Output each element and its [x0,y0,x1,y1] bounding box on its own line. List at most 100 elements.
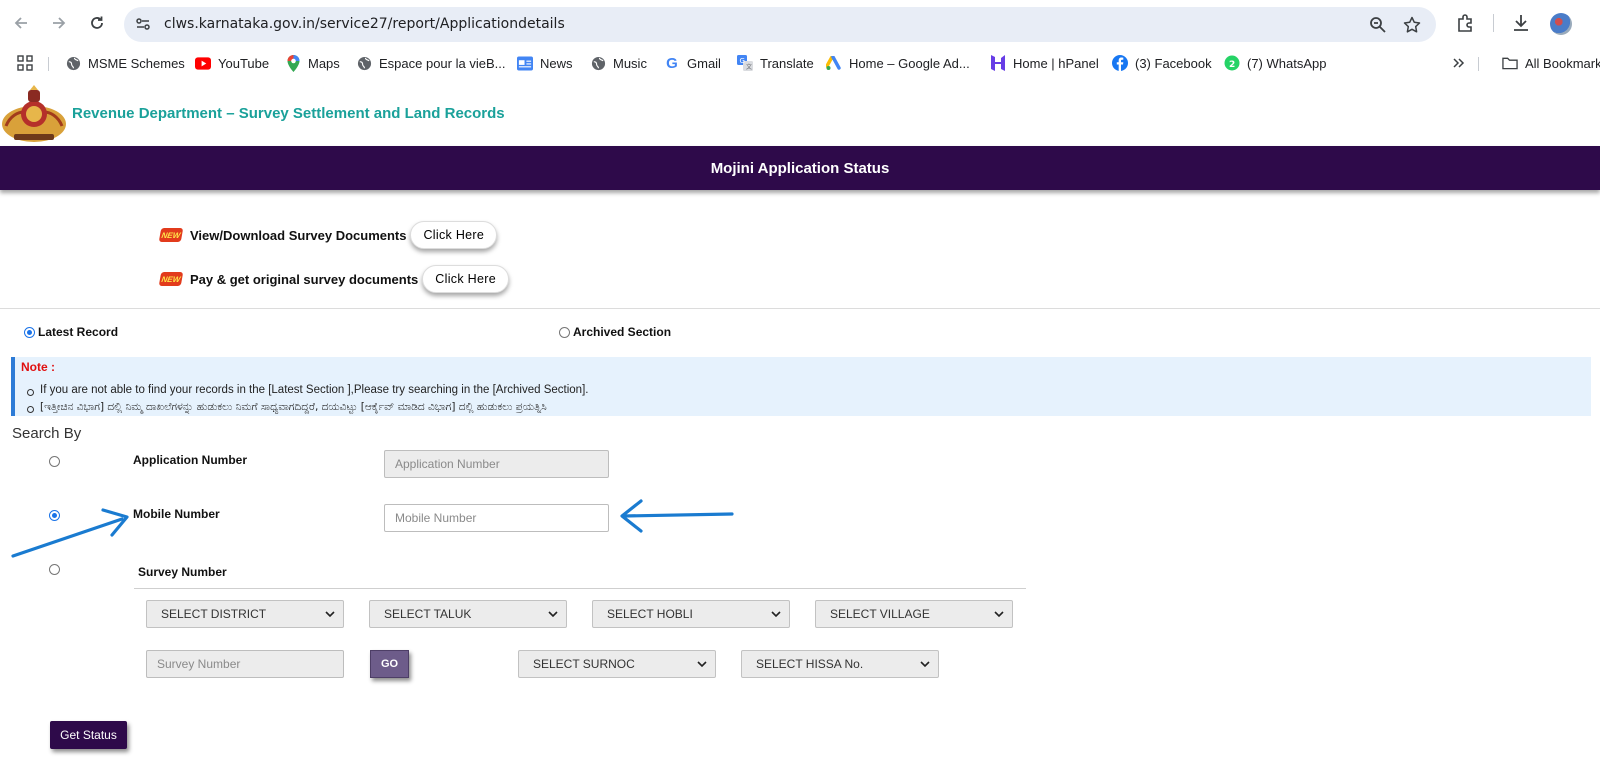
mobile-number-input[interactable] [384,504,609,532]
application-number-label: Application Number [133,453,248,467]
bookmarks-divider [48,57,49,71]
bookmark-msme-schemes[interactable]: MSME Schemes [65,54,185,72]
bookmark-label: Home | hPanel [1013,55,1099,71]
page-title-banner: Mojini Application Status [0,146,1600,190]
chevron-down-icon [771,611,781,618]
annotation-arrow-to-mobile-label [11,508,129,558]
download-icon[interactable] [1510,12,1532,34]
bookmark-label: YouTube [218,55,270,71]
svg-text:文: 文 [746,63,752,71]
bookmark-label: (7) WhatsApp [1247,55,1327,71]
whatsapp-icon: 2 [1224,55,1240,71]
folder-icon [1502,55,1518,71]
bookmark-label: News [540,55,573,71]
latest-record-radio[interactable] [24,326,35,338]
bookmark-label: Home – Google Ad... [849,55,970,71]
bookmark-hpanel[interactable]: Home | hPanel [990,54,1099,72]
page-title: Mojini Application Status [710,160,890,177]
mobile-number-radio[interactable] [49,510,60,521]
application-number-radio[interactable] [49,456,60,467]
new-badge-icon: NEW [158,272,184,286]
note-title: Note : [21,360,55,374]
survey-number-radio[interactable] [49,564,60,575]
bookmark-label: (3) Facebook [1135,55,1212,71]
bookmark-youtube[interactable]: YouTube [195,54,269,72]
pay-get-documents-label: Pay & get original survey documents [190,271,419,287]
browser-toolbar: clws.karnataka.gov.in/service27/report/A… [0,0,1600,46]
google-ads-icon [826,55,842,71]
application-number-input[interactable] [384,450,609,478]
svg-text:G: G [740,57,745,65]
maps-icon [285,54,301,72]
reload-icon[interactable] [85,11,109,35]
all-bookmarks[interactable]: All Bookmarks [1502,54,1600,72]
survey-divider [134,588,1026,589]
bookmark-whatsapp[interactable]: 2 (7) WhatsApp [1224,54,1326,72]
bookmark-google-ads[interactable]: Home – Google Ad... [826,54,970,72]
site-settings-icon[interactable] [134,15,152,33]
address-bar[interactable]: clws.karnataka.gov.in/service27/report/A… [124,7,1436,42]
chevron-down-icon [548,611,558,618]
note-item-english: If you are not able to find your records… [26,384,589,396]
village-select-value: SELECT VILLAGE [830,607,930,621]
hostinger-icon [990,55,1006,71]
globe-icon [590,55,606,71]
view-download-click-here-button[interactable]: Click Here [410,221,498,249]
archived-section-option[interactable]: Archived Section [559,325,671,339]
bookmark-maps[interactable]: Maps [285,54,340,72]
bookmark-gmail[interactable]: G Gmail [664,54,721,72]
profile-avatar[interactable] [1550,13,1572,35]
bookmark-label: Maps [308,55,340,71]
bookmark-espace[interactable]: Espace pour la vieB... [356,54,505,72]
chevron-down-icon [994,611,1004,618]
facebook-icon [1112,55,1128,71]
bookmark-news[interactable]: News [517,54,573,72]
get-status-button[interactable]: Get Status [50,721,127,749]
bookmark-label: Gmail [687,55,721,71]
bookmark-translate[interactable]: G文 Translate [737,54,814,72]
district-select[interactable]: SELECT DISTRICT [146,600,344,628]
view-download-documents-row: NEW View/Download Survey Documents Click… [158,220,498,250]
go-button[interactable]: GO [370,650,409,678]
latest-record-label: Latest Record [38,325,119,339]
zoom-icon[interactable] [1368,15,1388,35]
taluk-select-value: SELECT TALUK [384,607,472,621]
latest-record-option[interactable]: Latest Record [24,325,118,339]
annotation-arrow-to-mobile-input [620,499,734,533]
view-download-documents-label: View/Download Survey Documents [190,227,407,243]
chevron-down-icon [920,661,930,668]
back-icon[interactable] [9,11,33,35]
surnoc-select[interactable]: SELECT SURNOC [518,650,716,678]
karnataka-emblem-logo [0,84,68,144]
chevron-down-icon [697,661,707,668]
bookmark-label: MSME Schemes [88,55,185,71]
bookmark-label: Music [613,55,647,71]
forward-icon[interactable] [47,11,71,35]
bookmark-music[interactable]: Music [590,54,647,72]
bookmarks-bar: MSME Schemes YouTube Maps Espace pour la… [0,46,1600,80]
all-bookmarks-label: All Bookmarks [1525,55,1600,71]
google-icon: G [666,54,678,72]
taluk-select[interactable]: SELECT TALUK [369,600,567,628]
bookmark-label: Translate [760,55,814,71]
village-select[interactable]: SELECT VILLAGE [815,600,1013,628]
extensions-icon[interactable] [1455,12,1477,34]
more-bookmarks-chevron-icon[interactable] [1452,54,1466,72]
bookmark-facebook[interactable]: (3) Facebook [1112,54,1212,72]
pay-get-click-here-button[interactable]: Click Here [422,265,509,293]
district-select-value: SELECT DISTRICT [161,607,267,621]
url-text[interactable]: clws.karnataka.gov.in/service27/report/A… [164,16,565,32]
chevron-down-icon [325,611,335,618]
hissa-select[interactable]: SELECT HISSA No. [741,650,939,678]
archived-section-radio[interactable] [559,326,570,338]
survey-number-input[interactable] [146,650,344,678]
apps-icon[interactable] [17,54,33,72]
section-divider [0,308,1600,309]
hobli-select[interactable]: SELECT HOBLI [592,600,790,628]
bookmark-star-icon[interactable] [1402,15,1422,35]
hissa-select-value: SELECT HISSA No. [756,657,864,671]
archived-section-label: Archived Section [573,325,672,339]
youtube-icon [195,55,211,71]
department-title: Revenue Department – Survey Settlement a… [72,105,505,122]
page-header: Revenue Department – Survey Settlement a… [0,80,1600,146]
